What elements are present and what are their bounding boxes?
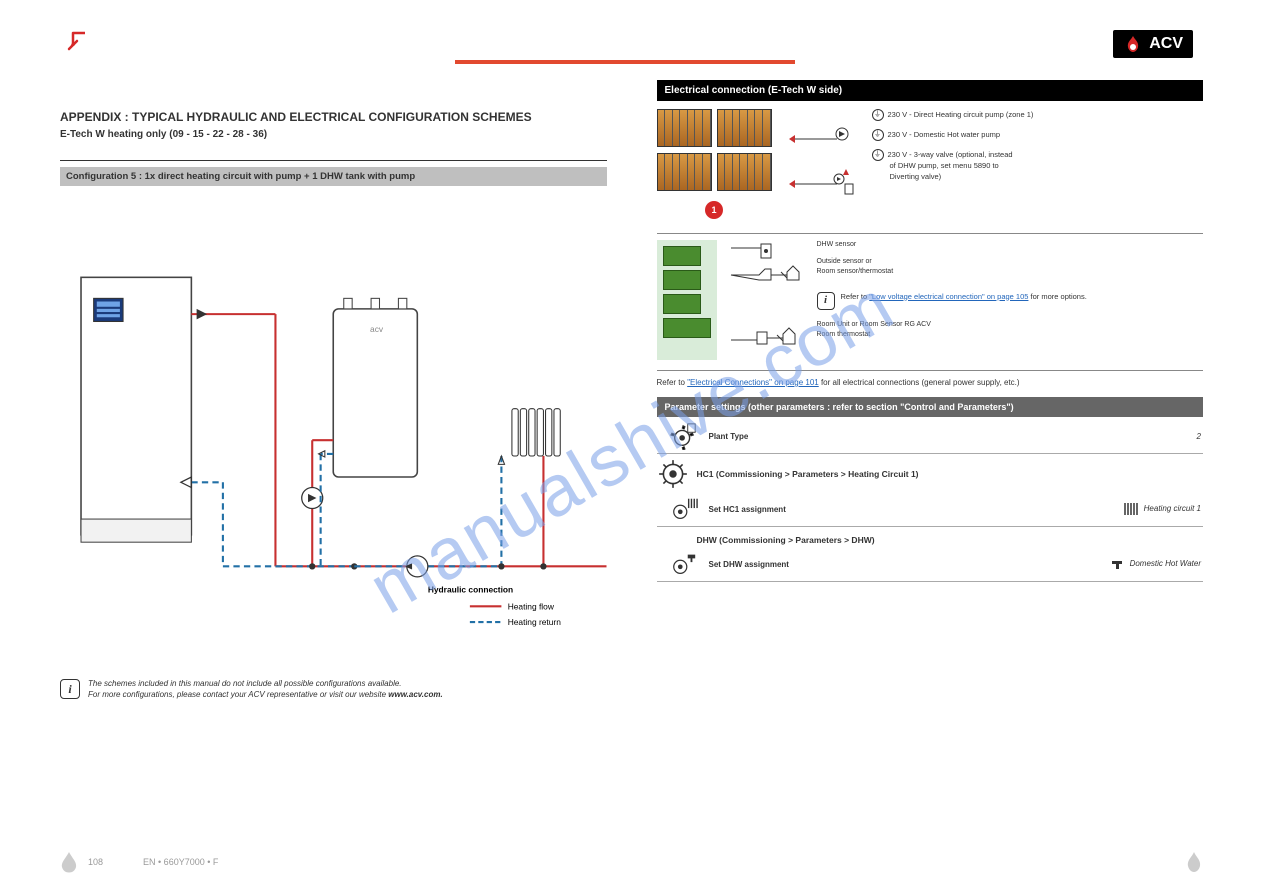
hv-note-2: 230 V - Domestic Hot water pump (888, 130, 1001, 139)
remark-text-2: For more configurations, please contact … (88, 690, 386, 699)
lv-note-1: DHW sensor (817, 240, 1087, 251)
dhw-assignment-value: Domestic Hot Water (1130, 559, 1201, 568)
low-voltage-wires-icon (729, 240, 805, 360)
plant-type-value: 2 (1081, 432, 1201, 441)
return-arrow-icon (65, 25, 95, 55)
parameter-settings-header: Parameter settings (other parameters : r… (657, 397, 1204, 417)
header-divider (455, 60, 795, 64)
lv-note-2a: Outside sensor or (817, 257, 1087, 268)
green-terminal-icon (663, 318, 711, 338)
high-voltage-wires-icon (787, 109, 857, 201)
gear-plant-icon (670, 422, 698, 450)
svg-text:Heating return: Heating return (508, 617, 562, 627)
svg-text:Hydraulic connection: Hydraulic connection (428, 585, 513, 595)
hc1-assignment-value: Heating circuit 1 (1144, 504, 1201, 513)
electrical-connection-header: Electrical connection (E-Tech W side) (657, 80, 1204, 101)
dhw-assignment-label: Set DHW assignment (709, 560, 1082, 569)
earth-icon: ⏚ (872, 129, 884, 141)
earth-icon: ⏚ (872, 149, 884, 161)
footer-right (1185, 851, 1203, 873)
remark-text-1: The schemes included in this manual do n… (88, 679, 402, 688)
hc1-assignment-label: Set HC1 assignment (709, 505, 1082, 514)
water-drop-icon (60, 851, 78, 873)
appendix-title: APPENDIX : TYPICAL HYDRAULIC AND ELECTRI… (60, 110, 607, 124)
svg-text:Heating flow: Heating flow (508, 601, 555, 611)
svg-text:acv: acv (370, 324, 384, 334)
footer-left: 108 EN • 660Y7000 • F (60, 851, 218, 873)
hv-note-3a: 230 V - 3-way valve (optional, instead (888, 150, 1013, 159)
appendix-subtitle: E-Tech W heating only (09 - 15 - 22 - 28… (60, 129, 607, 140)
remark-website: www.acv.com. (388, 690, 442, 699)
brand-logo: ACV (1113, 30, 1193, 58)
lv-ref-note: Refer to (841, 292, 870, 301)
divider (60, 160, 607, 161)
green-terminal-icon (663, 294, 701, 314)
general-electrical-note: Refer to "Electrical Connections" on pag… (657, 370, 1204, 389)
page-number: 108 (88, 857, 103, 867)
gear-radiator-icon (670, 495, 698, 523)
electrical-connections-link[interactable]: "Electrical Connections" on page 101 (687, 378, 819, 387)
hydraulic-remark: i The schemes included in this manual do… (60, 679, 607, 701)
hv-note-1: 230 V - Direct Heating circuit pump (zon… (888, 110, 1034, 119)
green-terminal-icon (663, 270, 701, 290)
settings-table: Plant Type 2 HC1 (Commissioning > Parame… (657, 419, 1204, 582)
earth-icon: ⏚ (872, 109, 884, 121)
info-icon: i (60, 679, 80, 699)
lv-note-3b: Room thermostat (817, 330, 1087, 341)
flame-footer-icon (1185, 851, 1203, 873)
brand-text: ACV (1149, 35, 1183, 53)
radiator-icon (1123, 502, 1141, 516)
doc-ref: EN • 660Y7000 • F (143, 857, 218, 867)
green-terminal-icon (663, 246, 701, 266)
plant-type-label: Plant Type (709, 432, 1082, 441)
hydraulic-diagram: acv (60, 241, 607, 671)
dhw-section-label: DHW (Commissioning > Parameters > DHW) (697, 535, 875, 545)
lv-note-2b: Room sensor/thermostat (817, 267, 1087, 278)
hv-note-3b: of DHW pump, set menu 5890 to (890, 161, 999, 172)
info-icon: i (817, 292, 835, 310)
hc1-section-label: HC1 (Commissioning > Parameters > Heatin… (697, 469, 919, 479)
flame-icon (1123, 34, 1143, 54)
lv-note-3a: Room Unit or Room Sensor RG ACV (817, 320, 1087, 331)
lv-ref-link[interactable]: "Low voltage electrical connection" on p… (869, 292, 1028, 301)
tap-icon (1111, 558, 1127, 570)
hv-note-3c: Diverting valve) (890, 172, 942, 183)
gear-group-icon (657, 458, 689, 490)
high-voltage-diagram: 1 ⏚ 230 V - Direct Heating circuit pump (… (657, 109, 1204, 219)
ref-marker-1: 1 (705, 201, 723, 219)
config-header: Configuration 5 : 1x direct heating circ… (60, 167, 607, 186)
low-voltage-diagram: DHW sensor Outside sensor or Room sensor… (657, 233, 1204, 360)
gear-tap-icon (670, 550, 698, 578)
